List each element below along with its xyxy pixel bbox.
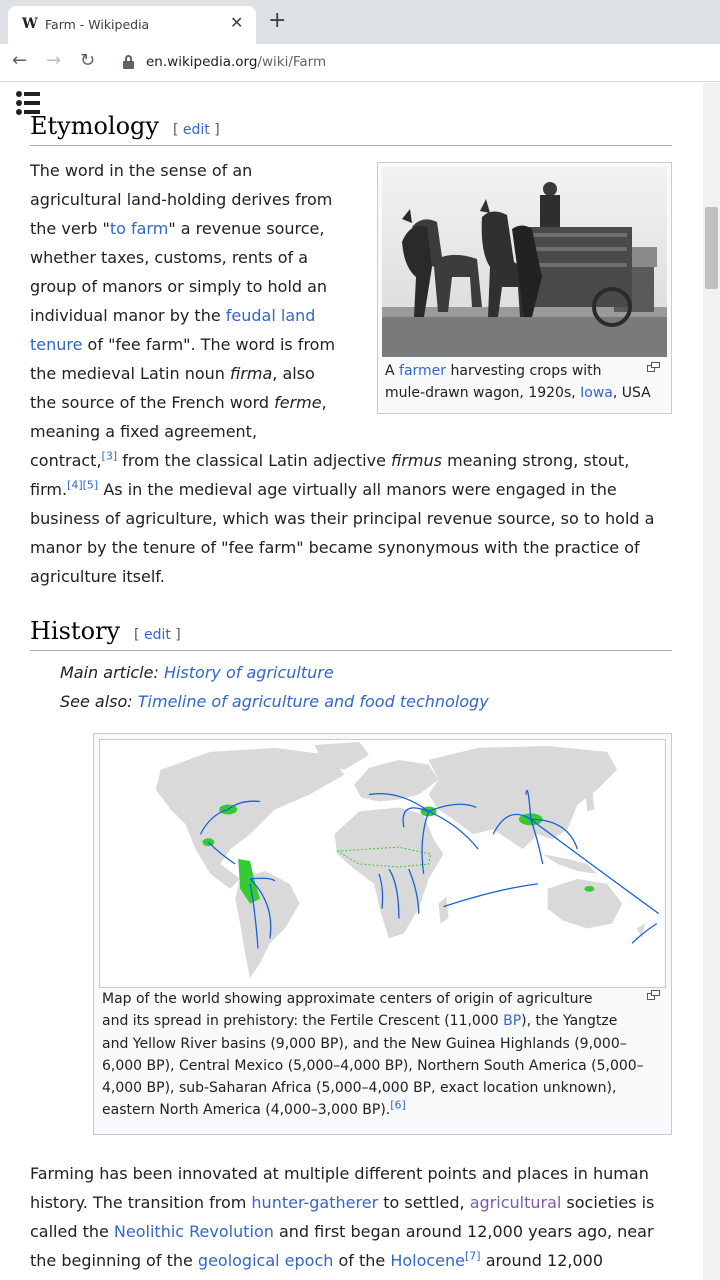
inline-link[interactable]: hunter-gatherer [251, 1193, 378, 1212]
history-paragraph: Farming has been innovated at multiple d… [30, 1159, 680, 1280]
citation-link[interactable]: [7] [465, 1250, 481, 1263]
new-tab-icon[interactable]: + [268, 10, 286, 32]
paragraph-line: years ago.[8] [30, 1275, 680, 1280]
caption-line: and its spread in prehistory: the Fertil… [102, 1013, 618, 1030]
lock-icon[interactable] [123, 55, 134, 69]
paragraph-line: history. The transition from hunter-gath… [30, 1193, 655, 1212]
wikipedia-favicon-icon: W [22, 16, 38, 32]
caption-line: 4,000 BP), sub-Saharan Africa (5,000–4,0… [102, 1080, 617, 1097]
inline-link[interactable]: geological epoch [198, 1251, 333, 1270]
browser-toolbar: ← → ↻ en.wikipedia.org/wiki/Farm [0, 44, 720, 82]
paragraph-line: meaning a fixed agreement, [30, 422, 258, 441]
citation-link[interactable]: [3] [102, 450, 118, 463]
caption-line: 6,000 BP), Central Mexico (5,000–4,000 B… [102, 1057, 644, 1074]
paragraph-line: Farming has been innovated at multiple d… [30, 1164, 649, 1183]
caption-line: Map of the world showing approximate cen… [102, 991, 593, 1007]
map-caption: Map of the world showing approximate cen… [102, 988, 662, 1122]
inline-link[interactable]: Iowa [580, 385, 613, 401]
tab-strip: W Farm - Wikipedia ✕ + [0, 0, 720, 44]
citation-link[interactable]: [4] [67, 479, 83, 492]
history-heading: History [ edit ] [30, 616, 672, 651]
history-of-agriculture-link[interactable]: History of agriculture [164, 663, 334, 682]
paragraph-line: contract,[3] from the classical Latin ad… [30, 449, 630, 470]
farmer-image-box: A farmer harvesting crops with mule-drawn… [377, 162, 672, 414]
map-image-box: Map of the world showing approximate cen… [93, 733, 672, 1135]
edit-link[interactable]: edit [144, 627, 171, 643]
paragraph-line: called the Neolithic Revolution and firs… [30, 1222, 654, 1241]
main-article-note: Main article: History of agriculture [60, 663, 334, 682]
tab-title: Farm - Wikipedia [45, 17, 150, 32]
history-edit: [ edit ] [134, 627, 181, 643]
inline-link[interactable]: Neolithic Revolution [114, 1222, 274, 1241]
farmer-caption: A farmer harvesting crops with mule-drawn… [385, 360, 665, 405]
paragraph-line: agriculture itself. [30, 567, 165, 586]
history-title: History [30, 617, 121, 645]
browser-tab[interactable]: W Farm - Wikipedia ✕ [8, 6, 256, 44]
inline-link[interactable]: Holocene [390, 1251, 465, 1270]
table-of-contents-icon[interactable] [16, 91, 40, 115]
caption-line: and Yellow River basins (9,000 BP), and … [102, 1035, 627, 1052]
paragraph-line: business of agriculture, which was their… [30, 509, 655, 528]
citation-link[interactable]: [6] [390, 1099, 406, 1112]
caption-line: A farmer harvesting crops with [385, 363, 602, 379]
timeline-link[interactable]: Timeline of agriculture and food technol… [138, 692, 489, 711]
inline-link[interactable]: agricultural [470, 1193, 562, 1212]
inline-link[interactable]: to farm [110, 219, 168, 238]
caption-line: eastern North America (4,000–3,000 BP).[… [102, 1098, 406, 1119]
caption-line: mule-drawn wagon, 1920s, Iowa, USA [385, 385, 651, 402]
reload-icon[interactable]: ↻ [80, 50, 95, 71]
farmer-photo[interactable] [382, 167, 667, 357]
etymology-heading: Etymology [ edit ] [30, 114, 672, 146]
forward-arrow-icon[interactable]: → [46, 50, 61, 71]
back-arrow-icon[interactable]: ← [12, 50, 27, 71]
enlarge-icon[interactable] [647, 990, 660, 1000]
scrollbar-thumb[interactable] [705, 207, 718, 289]
enlarge-icon[interactable] [647, 362, 660, 372]
url-path: /wiki/Farm [257, 54, 327, 70]
agriculture-origin-map[interactable] [99, 739, 666, 988]
paragraph-line: the beginning of the geological epoch of… [30, 1249, 604, 1270]
url-host: en.wikipedia.org [146, 54, 258, 70]
inline-link[interactable]: feudal land [226, 306, 316, 325]
inline-link[interactable]: BP [503, 1013, 521, 1029]
inline-link[interactable]: tenure [30, 335, 82, 354]
etymology-edit: [ edit ] [172, 122, 220, 138]
article-viewport: Etymology[ edit ] The word in the sense … [0, 83, 720, 1280]
paragraph-line: firm.[4][5] As in the medieval age virtu… [30, 478, 617, 499]
see-also-note: See also: Timeline of agriculture and fo… [60, 692, 489, 711]
close-tab-icon[interactable]: ✕ [230, 13, 243, 32]
inline-link[interactable]: farmer [399, 363, 446, 379]
etymology-title: Etymology [30, 114, 159, 140]
paragraph-line: manor by the tenure of "fee farm" became… [30, 538, 640, 557]
citation-link[interactable]: [5] [83, 479, 99, 492]
edit-link[interactable]: edit [183, 122, 210, 138]
address-bar[interactable]: en.wikipedia.org/wiki/Farm [146, 54, 326, 70]
